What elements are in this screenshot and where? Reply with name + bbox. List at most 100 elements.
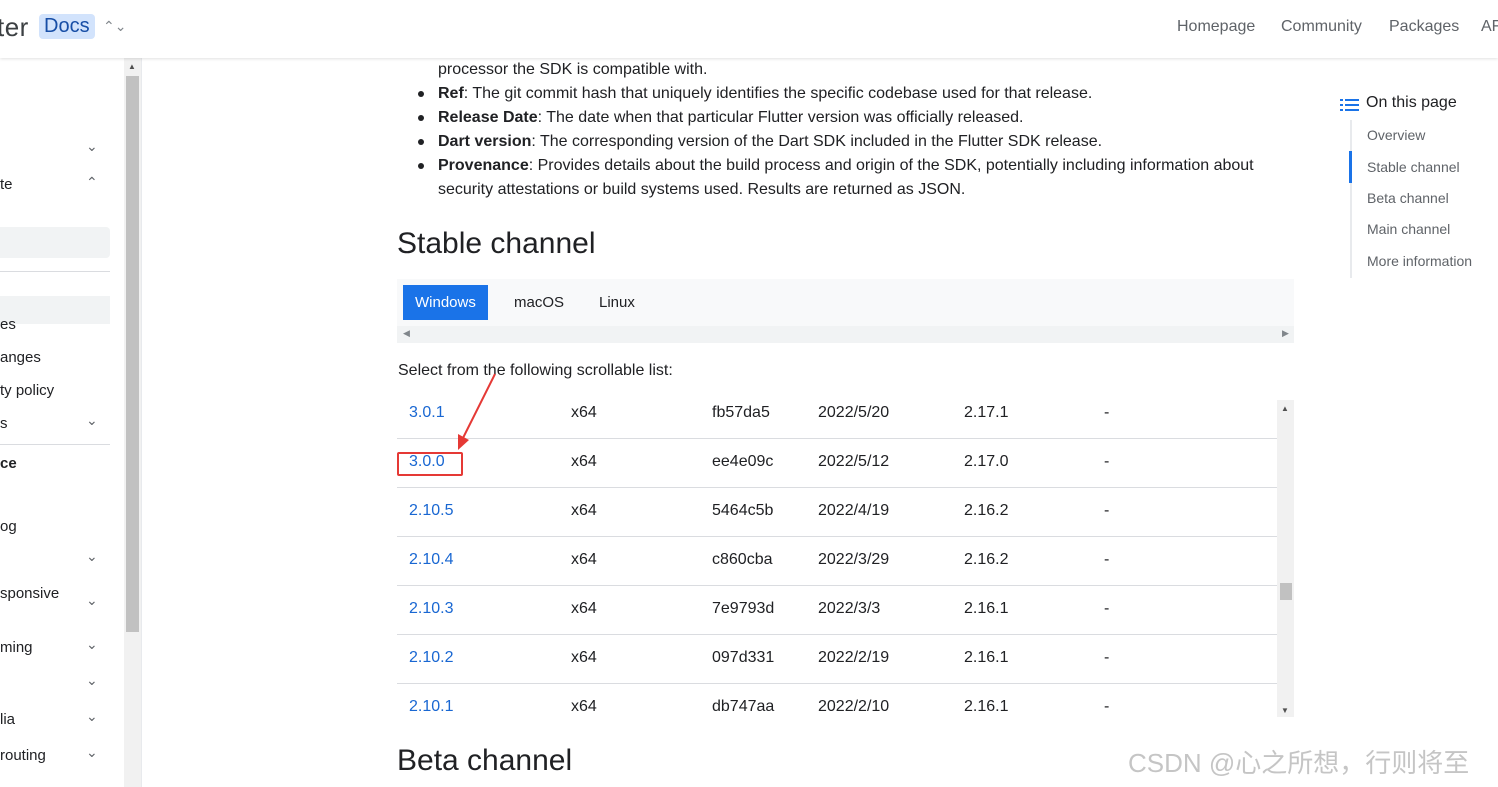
- release-provenance: -: [1104, 649, 1110, 666]
- release-provenance: -: [1104, 551, 1110, 568]
- sidebar-scrollbar-thumb[interactable]: [126, 76, 139, 632]
- scroll-left-icon[interactable]: ◀: [403, 328, 410, 339]
- release-version-link[interactable]: 2.10.4: [409, 551, 453, 569]
- toc-item-overview[interactable]: Overview: [1367, 127, 1425, 143]
- release-ref: fb57da5: [712, 404, 770, 421]
- tab-windows[interactable]: Windows: [403, 285, 488, 320]
- sidebar-item[interactable]: og: [0, 518, 17, 535]
- release-version-link[interactable]: 2.10.1: [409, 698, 453, 716]
- tab-linux[interactable]: Linux: [587, 285, 647, 320]
- release-version-link[interactable]: 2.10.5: [409, 502, 453, 520]
- nav-homepage[interactable]: Homepage: [1177, 18, 1255, 36]
- release-date: 2022/3/29: [818, 551, 890, 568]
- list-icon: [1340, 99, 1359, 111]
- sidebar-item[interactable]: es: [0, 316, 16, 333]
- sidebar-filter-input[interactable]: [0, 296, 110, 324]
- release-list[interactable]: 3.0.1 x64 fb57da5 2022/5/20 2.17.1 - 3.0…: [397, 389, 1277, 717]
- sidebar-item[interactable]: sponsive: [0, 585, 59, 602]
- table-row: 2.10.1 x64 db747aa 2022/2/10 2.16.1 -: [397, 683, 1277, 717]
- release-ref: ee4e09c: [712, 453, 774, 470]
- sidebar-item[interactable]: routing: [0, 747, 46, 764]
- release-provenance: -: [1104, 698, 1110, 715]
- release-ref: 097d331: [712, 649, 775, 666]
- chevron-down-icon[interactable]: ⌄: [86, 548, 98, 565]
- watermark-text: CSDN @心之所想，行则将至: [1128, 748, 1470, 778]
- release-date: 2022/5/12: [818, 453, 890, 470]
- release-arch: x64: [571, 502, 597, 519]
- list-item-text: : Provides details about the build proce…: [528, 157, 1254, 174]
- docs-badge[interactable]: Docs: [39, 14, 95, 39]
- scroll-right-icon[interactable]: ▶: [1282, 328, 1289, 339]
- list-item-term: Dart version: [438, 133, 532, 150]
- scroll-up-icon[interactable]: ▲: [1281, 404, 1289, 413]
- table-row: 2.10.2 x64 097d331 2022/2/19 2.16.1 -: [397, 634, 1277, 684]
- top-header: ter Docs ⌃⌄ Homepage Community Packages …: [0, 0, 1498, 58]
- toc-active-indicator: [1349, 151, 1352, 183]
- toc-item-more-information[interactable]: More information: [1367, 253, 1472, 269]
- bullet-dot: [418, 91, 424, 97]
- site-switcher-icon[interactable]: ⌃⌄: [103, 18, 126, 35]
- release-version-link[interactable]: 2.10.3: [409, 600, 453, 618]
- release-arch: x64: [571, 453, 597, 470]
- release-dart-version: 2.16.2: [964, 502, 1009, 519]
- sidebar-divider: [0, 271, 110, 272]
- list-item-term: Ref: [438, 85, 464, 102]
- select-instruction: Select from the following scrollable lis…: [398, 362, 673, 379]
- list-item-text: : The git commit hash that uniquely iden…: [463, 85, 1093, 102]
- release-list-scrollbar-thumb[interactable]: [1280, 583, 1292, 600]
- list-item-text: processor the SDK is compatible with.: [438, 61, 708, 78]
- chevron-down-icon[interactable]: ⌄: [86, 412, 98, 429]
- release-dart-version: 2.16.2: [964, 551, 1009, 568]
- release-list-scrollbar[interactable]: [1277, 400, 1294, 717]
- list-item-text: security attestations or build systems u…: [438, 181, 966, 198]
- sidebar-item[interactable]: lia: [0, 711, 15, 728]
- release-ref: c860cba: [712, 551, 773, 568]
- toc-item-stable-channel[interactable]: Stable channel: [1367, 159, 1460, 175]
- beta-channel-heading: Beta channel: [397, 744, 573, 777]
- list-item-text: : The corresponding version of the Dart …: [531, 133, 1103, 150]
- toc-item-main-channel[interactable]: Main channel: [1367, 221, 1450, 237]
- release-dart-version: 2.16.1: [964, 649, 1009, 666]
- sidebar-item[interactable]: s: [0, 415, 8, 432]
- tab-macos[interactable]: macOS: [502, 285, 576, 320]
- release-dart-version: 2.16.1: [964, 600, 1009, 617]
- chevron-down-icon[interactable]: ⌄: [86, 708, 98, 725]
- scroll-up-icon[interactable]: ▲: [128, 62, 136, 71]
- tab-horizontal-scrollbar[interactable]: ◀ ▶: [397, 326, 1294, 343]
- release-version-link[interactable]: 3.0.1: [409, 404, 445, 422]
- release-date: 2022/2/19: [818, 649, 890, 666]
- chevron-down-icon[interactable]: ⌄: [86, 672, 98, 689]
- sidebar-item[interactable]: anges: [0, 349, 41, 366]
- release-provenance: -: [1104, 453, 1110, 470]
- release-provenance: -: [1104, 502, 1110, 519]
- sidebar-section-title[interactable]: ce: [0, 455, 17, 472]
- table-row: 2.10.5 x64 5464c5b 2022/4/19 2.16.2 -: [397, 487, 1277, 537]
- sidebar-item[interactable]: te: [0, 176, 13, 193]
- release-arch: x64: [571, 649, 597, 666]
- bullet-dot: [418, 115, 424, 121]
- release-date: 2022/2/10: [818, 698, 890, 715]
- sidebar-item[interactable]: ming: [0, 639, 33, 656]
- scroll-down-icon[interactable]: ▼: [1281, 706, 1289, 715]
- list-item-text: : The date when that particular Flutter …: [537, 109, 1024, 126]
- chevron-down-icon[interactable]: ⌄: [86, 592, 98, 609]
- nav-packages[interactable]: Packages: [1389, 18, 1459, 36]
- release-provenance: -: [1104, 404, 1110, 421]
- toc-item-beta-channel[interactable]: Beta channel: [1367, 190, 1449, 206]
- nav-community[interactable]: Community: [1281, 18, 1362, 36]
- release-version-link[interactable]: 2.10.2: [409, 649, 453, 667]
- release-ref: 7e9793d: [712, 600, 775, 617]
- sidebar-item[interactable]: ty policy: [0, 382, 54, 399]
- nav-api[interactable]: AF: [1481, 18, 1498, 36]
- chevron-up-icon[interactable]: ⌃: [86, 174, 98, 191]
- chevron-down-icon[interactable]: ⌄: [86, 138, 98, 155]
- release-dart-version: 2.17.0: [964, 453, 1009, 470]
- chevron-down-icon[interactable]: ⌄: [86, 744, 98, 761]
- table-row: 3.0.0 x64 ee4e09c 2022/5/12 2.17.0 -: [397, 438, 1277, 488]
- table-row: 3.0.1 x64 fb57da5 2022/5/20 2.17.1 -: [397, 389, 1277, 439]
- release-arch: x64: [571, 698, 597, 715]
- chevron-down-icon[interactable]: ⌄: [86, 636, 98, 653]
- stable-channel-heading: Stable channel: [397, 227, 596, 260]
- brand-name[interactable]: ter: [0, 12, 29, 43]
- release-dart-version: 2.16.1: [964, 698, 1009, 715]
